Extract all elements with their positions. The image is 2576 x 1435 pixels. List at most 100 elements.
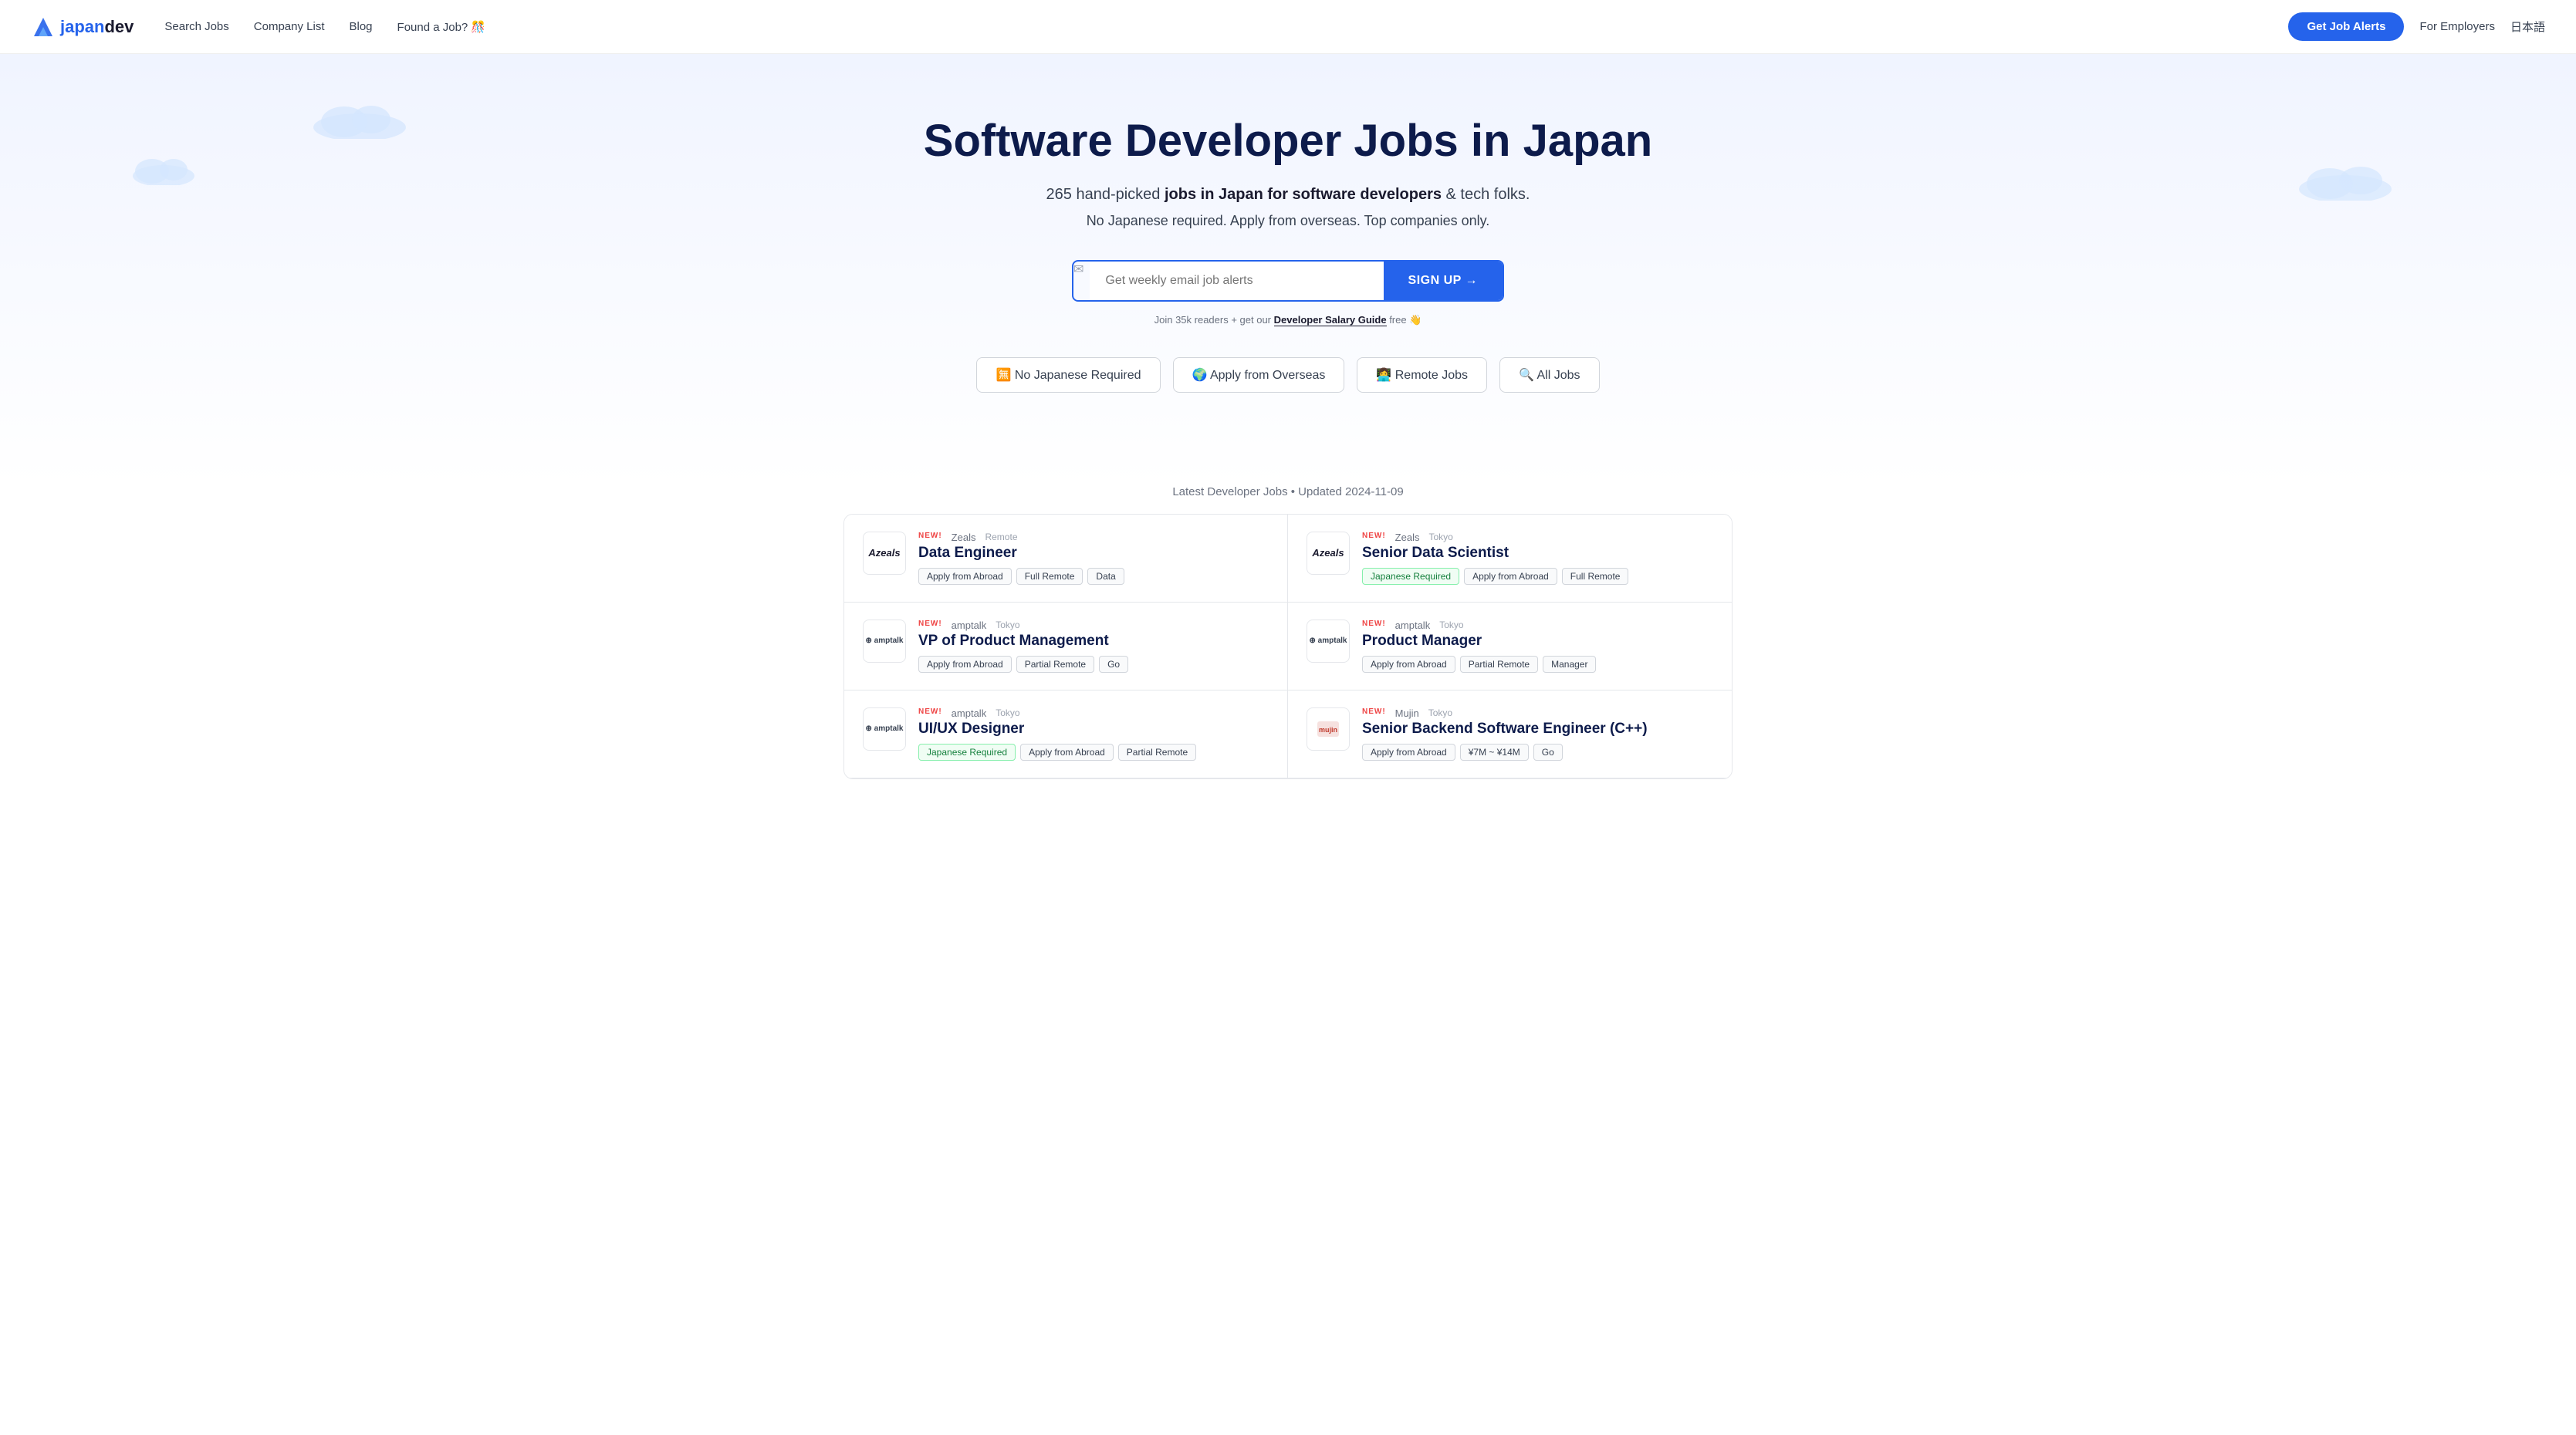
job-location: Remote [985,532,1017,542]
job-info: NEW! Zeals Remote Data Engineer Apply fr… [918,532,1269,585]
hero-subtitle2: No Japanese required. Apply from oversea… [15,213,2561,229]
job-info: NEW! Mujin Tokyo Senior Backend Software… [1362,707,1713,761]
job-tags: Apply from Abroad ¥7M ~ ¥14MGo [1362,744,1713,761]
jobs-grid: Azeals NEW! Zeals Remote Data Engineer A… [844,515,1732,778]
nav-right: Get Job Alerts For Employers 日本語 [2288,12,2545,41]
for-employers-link[interactable]: For Employers [2419,20,2495,33]
job-location: Tokyo [1428,707,1452,718]
job-info: NEW! amptalk Tokyo UI/UX Designer Japane… [918,707,1269,761]
job-tag: ¥7M ~ ¥14M [1460,744,1529,761]
job-company: Zeals [1395,532,1420,543]
filter-remote-jobs[interactable]: 👩‍💻 Remote Jobs [1357,357,1487,393]
job-new-badge: NEW! [918,707,942,716]
job-tag: Partial Remote [1016,656,1094,673]
job-logo: Azeals [1307,532,1350,575]
job-tag: Partial Remote [1460,656,1538,673]
zeals-logo-text: Azeals [1312,547,1344,559]
job-item[interactable]: Azeals NEW! Zeals Remote Data Engineer A… [844,515,1288,603]
job-new-badge: NEW! [1362,532,1386,540]
cloud-decoration-1 [309,100,410,139]
job-tag: Data [1087,568,1124,585]
email-signup-form: ✉ SIGN UP → [1072,260,1504,302]
zeals-logo-text: Azeals [868,547,900,559]
job-new-badge: NEW! [1362,620,1386,628]
job-company: Mujin [1395,707,1419,719]
filter-apply-overseas[interactable]: 🌍 Apply from Overseas [1173,357,1345,393]
signup-note: Join 35k readers + get our Developer Sal… [15,314,2561,326]
logo-link[interactable]: japandev [31,15,134,39]
hero-subtitle: 265 hand-picked jobs in Japan for softwa… [15,186,2561,204]
filter-buttons: 🈚 No Japanese Required 🌍 Apply from Over… [15,357,2561,393]
job-logo: mujin [1307,707,1350,751]
job-title: Product Manager [1362,633,1713,650]
amptalk-logo-text: ⊕ amptalk [1310,636,1347,645]
job-tags: Apply from AbroadPartial Remote Go [918,656,1269,673]
language-switcher[interactable]: 日本語 [2510,19,2545,35]
job-title: VP of Product Management [918,633,1269,650]
job-title: Data Engineer [918,545,1269,562]
salary-guide-link[interactable]: Developer Salary Guide [1274,314,1387,326]
job-tag: Full Remote [1562,568,1629,585]
job-location: Tokyo [1439,620,1463,630]
job-logo: ⊕ amptalk [863,620,906,663]
filter-no-japanese[interactable]: 🈚 No Japanese Required [976,357,1160,393]
job-tag: Japanese Required [918,744,1016,761]
svg-text:mujin: mujin [1319,726,1337,734]
get-alerts-button[interactable]: Get Job Alerts [2288,12,2404,41]
nav-blog[interactable]: Blog [350,20,373,33]
logo-icon [31,15,56,39]
job-info: NEW! Zeals Tokyo Senior Data Scientist J… [1362,532,1713,585]
job-location: Tokyo [996,707,1019,718]
amptalk-logo-text: ⊕ amptalk [866,724,904,733]
jobs-section: Latest Developer Jobs • Updated 2024-11-… [825,485,1751,826]
job-new-badge: NEW! [918,620,942,628]
job-location: Tokyo [1428,532,1452,542]
job-company: amptalk [952,620,987,631]
job-tag: Go [1099,656,1128,673]
logo-text: japandev [60,17,134,37]
signup-button[interactable]: SIGN UP → [1384,262,1503,300]
hero-section: Software Developer Jobs in Japan 265 han… [0,54,2576,485]
job-logo: ⊕ amptalk [1307,620,1350,663]
job-company: amptalk [952,707,987,719]
job-new-badge: NEW! [1362,707,1386,716]
job-item[interactable]: ⊕ amptalk NEW! amptalk Tokyo VP of Produ… [844,603,1288,690]
mujin-logo-icon: mujin [1314,715,1342,743]
nav-found-job[interactable]: Found a Job? 🎊 [397,20,486,34]
job-company: Zeals [952,532,976,543]
nav-search-jobs[interactable]: Search Jobs [164,20,228,33]
job-tag: Apply from Abroad [1464,568,1557,585]
job-logo: ⊕ amptalk [863,707,906,751]
nav-links: Search Jobs Company List Blog Found a Jo… [164,20,2288,34]
job-item[interactable]: ⊕ amptalk NEW! amptalk Tokyo UI/UX Desig… [844,690,1288,778]
job-tag: Full Remote [1016,568,1083,585]
job-tags: Apply from Abroad Partial Remote Manager [1362,656,1713,673]
job-item[interactable]: Azeals NEW! Zeals Tokyo Senior Data Scie… [1288,515,1732,603]
job-item[interactable]: mujin NEW! Mujin Tokyo Senior Backend So… [1288,690,1732,778]
filter-all-jobs[interactable]: 🔍 All Jobs [1499,357,1600,393]
job-tags: Japanese RequiredApply from AbroadPartia… [918,744,1269,761]
job-title: UI/UX Designer [918,721,1269,738]
email-input[interactable] [1090,262,1383,300]
job-tag: Apply from Abroad [1020,744,1114,761]
job-tag: Apply from Abroad [918,568,1012,585]
cloud-decoration-2 [129,154,198,185]
job-tag: Manager [1543,656,1596,673]
email-icon: ✉ [1073,262,1083,300]
job-tags: Apply from AbroadFull RemoteData [918,568,1269,585]
job-tag: Apply from Abroad [1362,744,1455,761]
job-item[interactable]: ⊕ amptalk NEW! amptalk Tokyo Product Man… [1288,603,1732,690]
nav-company-list[interactable]: Company List [254,20,325,33]
job-tag: Apply from Abroad [918,656,1012,673]
job-tags: Japanese RequiredApply from AbroadFull R… [1362,568,1713,585]
job-tag: Apply from Abroad [1362,656,1455,673]
jobs-updated-label: Latest Developer Jobs • Updated 2024-11-… [843,485,1733,498]
job-company: amptalk [1395,620,1431,631]
cloud-decoration-3 [2295,162,2395,201]
job-info: NEW! amptalk Tokyo Product Manager Apply… [1362,620,1713,673]
job-logo: Azeals [863,532,906,575]
navbar: japandev Search Jobs Company List Blog F… [0,0,2576,54]
job-tag: Go [1533,744,1563,761]
job-location: Tokyo [996,620,1019,630]
amptalk-logo-text: ⊕ amptalk [866,636,904,645]
